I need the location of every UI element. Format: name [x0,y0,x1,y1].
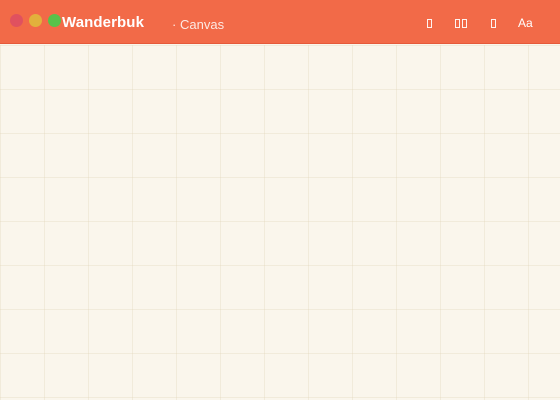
text-style-icon: Aa [518,16,533,30]
canvas-area[interactable] [0,45,560,400]
minimize-window-button[interactable] [29,14,42,27]
note-icon [427,18,432,28]
app-title: Wanderbuk [62,14,145,31]
layout-icon-second [462,18,467,28]
title-separator: · [172,17,177,32]
zoom-window-button[interactable] [48,14,61,27]
note-tool-button[interactable] [427,15,434,31]
layout-tool-button[interactable] [455,15,469,31]
document-title[interactable]: Canvas [180,17,224,33]
title-bar: Wanderbuk · Canvas Aa [0,0,560,44]
text-style-button[interactable]: Aa [518,15,533,31]
sticker-icon [491,18,496,28]
layout-icon [455,18,460,28]
sticker-tool-button[interactable] [491,15,498,31]
close-window-button[interactable] [10,14,23,27]
